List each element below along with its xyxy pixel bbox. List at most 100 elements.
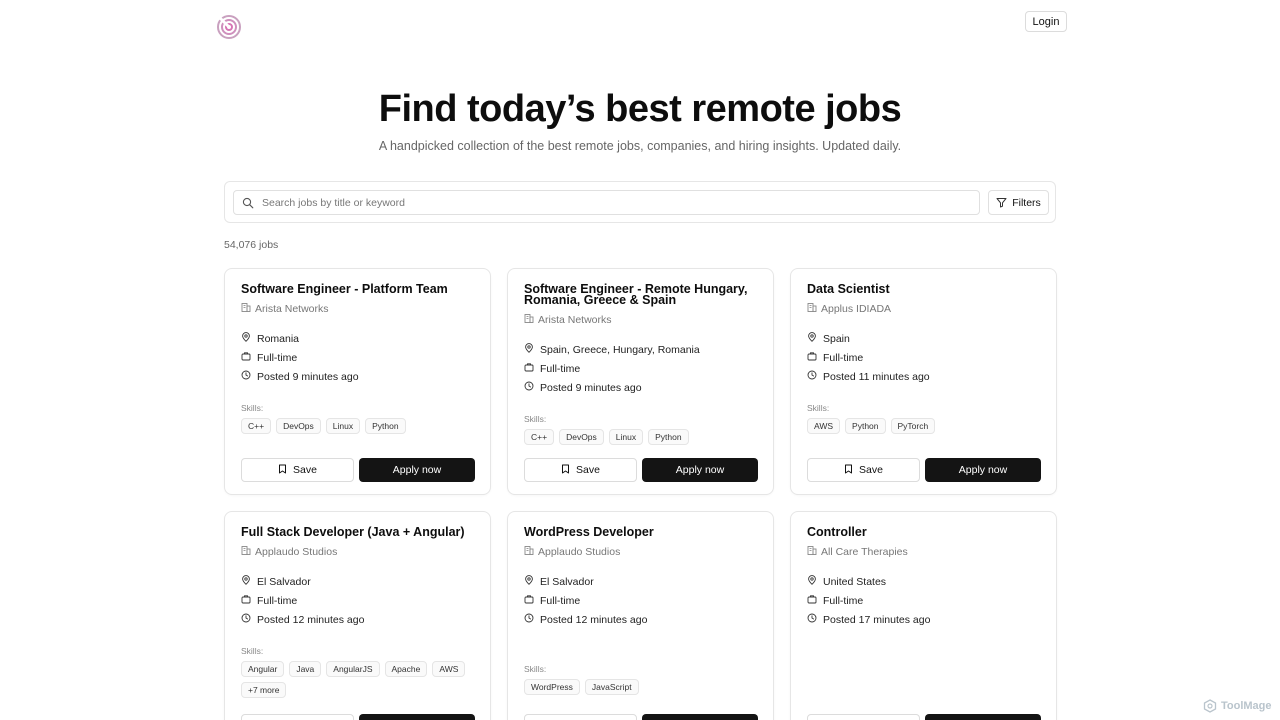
- apply-now-button[interactable]: Apply now: [642, 458, 758, 482]
- skill-tag: WordPress: [524, 679, 580, 695]
- job-posted: Posted 11 minutes ago: [807, 370, 1040, 383]
- job-posted: Posted 17 minutes ago: [807, 613, 1040, 626]
- job-type-text: Full-time: [823, 594, 864, 607]
- job-type: Full-time: [524, 362, 757, 375]
- job-posted: Posted 9 minutes ago: [241, 370, 474, 383]
- location-text: Spain: [823, 332, 850, 345]
- briefcase-icon: [807, 351, 817, 364]
- briefcase-icon: [807, 594, 817, 607]
- job-card[interactable]: Data Scientist Applus IDIADA Spain Full-…: [790, 268, 1057, 495]
- job-type: Full-time: [524, 594, 757, 607]
- apply-now-button[interactable]: Apply now: [642, 714, 758, 720]
- location-pin-icon: [807, 575, 817, 588]
- company: Arista Networks: [241, 302, 474, 315]
- company-name: All Care Therapies: [821, 545, 908, 558]
- job-title[interactable]: Software Engineer - Remote Hungary, Roma…: [524, 283, 757, 307]
- company: Arista Networks: [524, 313, 757, 326]
- search-bar: Filters: [224, 181, 1056, 223]
- apply-now-button[interactable]: Apply now: [359, 458, 475, 482]
- posted-text: Posted 12 minutes ago: [540, 613, 648, 626]
- job-title[interactable]: Controller: [807, 526, 1040, 539]
- job-location: El Salvador: [241, 575, 474, 588]
- save-button[interactable]: Save: [807, 714, 920, 720]
- posted-text: Posted 17 minutes ago: [823, 613, 931, 626]
- building-icon: [524, 313, 534, 326]
- briefcase-icon: [524, 362, 534, 375]
- location-text: Spain, Greece, Hungary, Romania: [540, 343, 700, 356]
- job-type-text: Full-time: [540, 362, 581, 375]
- skill-tag: C++: [241, 418, 272, 434]
- page-subtitle: A handpicked collection of the best remo…: [378, 139, 902, 153]
- company-name: Arista Networks: [255, 302, 329, 315]
- job-card[interactable]: Software Engineer - Remote Hungary, Roma…: [507, 268, 774, 495]
- card-actions: Save Apply now: [807, 458, 1041, 482]
- skill-tag: Python: [845, 418, 886, 434]
- posted-text: Posted 11 minutes ago: [823, 370, 930, 383]
- card-actions: Save Apply now: [241, 714, 475, 720]
- posted-text: Posted 9 minutes ago: [257, 370, 359, 383]
- skill-tag: AngularJS: [326, 661, 380, 677]
- location-pin-icon: [524, 575, 534, 588]
- clock-icon: [524, 381, 534, 394]
- job-location: El Salvador: [524, 575, 757, 588]
- building-icon: [807, 545, 817, 558]
- save-button[interactable]: Save: [241, 458, 354, 482]
- apply-now-button[interactable]: Apply now: [925, 714, 1041, 720]
- job-location: United States: [807, 575, 1040, 588]
- apply-now-button[interactable]: Apply now: [359, 714, 475, 720]
- location-pin-icon: [807, 332, 817, 345]
- job-posted: Posted 12 minutes ago: [241, 613, 474, 626]
- job-card[interactable]: Full Stack Developer (Java + Angular) Ap…: [224, 511, 491, 720]
- skill-tag: JavaScript: [584, 679, 639, 695]
- building-icon: [807, 302, 817, 315]
- company-name: Applaudo Studios: [538, 545, 621, 558]
- company-name: Applus IDIADA: [821, 302, 892, 315]
- job-type: Full-time: [807, 594, 1040, 607]
- job-type: Full-time: [241, 594, 474, 607]
- apply-now-button[interactable]: Apply now: [925, 458, 1041, 482]
- save-button[interactable]: Save: [807, 458, 920, 482]
- location-text: Romania: [257, 332, 300, 345]
- job-title[interactable]: Software Engineer - Platform Team: [241, 283, 474, 296]
- skill-tag: DevOps: [276, 418, 321, 434]
- search-box[interactable]: [233, 190, 980, 215]
- clock-icon: [524, 613, 534, 626]
- company-name: Arista Networks: [538, 313, 612, 326]
- filters-button[interactable]: Filters: [988, 190, 1049, 215]
- card-actions: Save Apply now: [524, 458, 758, 482]
- job-type-text: Full-time: [257, 351, 298, 364]
- skill-tag: Python: [365, 418, 406, 434]
- save-button[interactable]: Save: [241, 714, 354, 720]
- skills-list: AWS Python PyTorch: [807, 418, 1040, 434]
- company: All Care Therapies: [807, 545, 1040, 558]
- job-type-text: Full-time: [540, 594, 581, 607]
- login-button[interactable]: Login: [1025, 11, 1067, 32]
- save-button[interactable]: Save: [524, 458, 637, 482]
- clock-icon: [807, 613, 817, 626]
- save-label: Save: [576, 464, 600, 476]
- skills-label: Skills:: [524, 664, 547, 674]
- skills-label: Skills:: [524, 414, 547, 424]
- skill-tag: Linux: [325, 418, 361, 434]
- bookmark-icon: [844, 464, 853, 477]
- logo-icon[interactable]: [216, 14, 242, 40]
- job-title[interactable]: Full Stack Developer (Java + Angular): [241, 526, 474, 539]
- skill-tag: C++: [524, 429, 555, 445]
- clock-icon: [807, 370, 817, 383]
- skill-tag: AWS: [807, 418, 841, 434]
- job-title[interactable]: WordPress Developer: [524, 526, 757, 539]
- skills-list: WordPress JavaScript: [524, 679, 757, 695]
- location-pin-icon: [524, 343, 534, 356]
- save-label: Save: [293, 464, 317, 476]
- job-posted: Posted 12 minutes ago: [524, 613, 757, 626]
- card-actions: Save Apply now: [524, 714, 758, 720]
- job-grid: Software Engineer - Platform Team Arista…: [224, 268, 1057, 720]
- job-card[interactable]: Controller All Care Therapies United Sta…: [790, 511, 1057, 720]
- save-button[interactable]: Save: [524, 714, 637, 720]
- job-title[interactable]: Data Scientist: [807, 283, 1040, 296]
- search-input[interactable]: [262, 196, 962, 209]
- company-name: Applaudo Studios: [255, 545, 338, 558]
- skills-list: C++ DevOps Linux Python: [524, 429, 757, 445]
- job-card[interactable]: WordPress Developer Applaudo Studios El …: [507, 511, 774, 720]
- job-card[interactable]: Software Engineer - Platform Team Arista…: [224, 268, 491, 495]
